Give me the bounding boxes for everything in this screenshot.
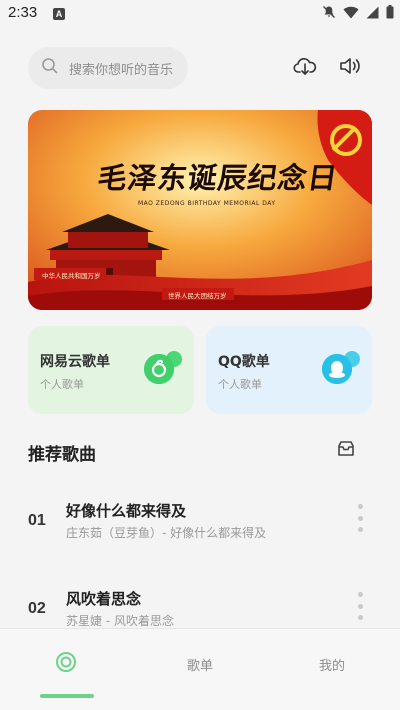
song-title: 风吹着思念 xyxy=(66,590,142,608)
download-button[interactable] xyxy=(292,55,318,81)
banner-carousel[interactable]: 毛泽东诞辰纪念日 MAO ZEDONG BIRTHDAY MEMORIAL DA… xyxy=(28,110,372,310)
status-bar: 2:33 A xyxy=(0,0,400,28)
inbox-button[interactable] xyxy=(334,439,358,463)
inbox-icon xyxy=(336,439,356,463)
wifi-icon xyxy=(343,6,359,19)
speaker-icon xyxy=(338,55,362,81)
status-icons xyxy=(322,5,394,19)
song-list-item[interactable]: 01 好像什么都来得及 庄东茹（豆芽鱼）- 好像什么都来得及 xyxy=(0,496,400,556)
banner-right-sign: 世界人民大团结万岁 xyxy=(168,292,227,300)
banner-image xyxy=(28,110,372,310)
qq-playlist-card[interactable]: QQ歌单 个人歌单 xyxy=(206,326,372,414)
banner-subtitle: MAO ZEDONG BIRTHDAY MEMORIAL DAY xyxy=(138,200,276,207)
nav-home-tab[interactable] xyxy=(30,629,102,699)
app-screen: 2:33 A 搜索你想听的音乐 毛泽东诞辰纪念日 MAO ZEDONG BIRT… xyxy=(0,0,400,710)
more-options-icon[interactable] xyxy=(352,504,368,532)
card-subtitle: 个人歌单 xyxy=(218,378,262,391)
search-placeholder: 搜索你想听的音乐 xyxy=(69,62,174,78)
section-title: 推荐歌曲 xyxy=(28,445,96,465)
signal-icon xyxy=(366,6,379,19)
active-tab-indicator xyxy=(40,694,94,698)
nav-playlist-label: 歌单 xyxy=(186,658,213,674)
card-subtitle: 个人歌单 xyxy=(40,378,84,391)
banner-left-sign: 中华人民共和国万岁 xyxy=(42,272,101,280)
banner-title: 毛泽东诞辰纪念日 xyxy=(95,161,341,195)
status-time: 2:33 xyxy=(8,4,38,21)
search-input[interactable]: 搜索你想听的音乐 xyxy=(28,47,188,89)
nav-playlist-tab[interactable]: 歌单 xyxy=(164,629,236,699)
song-title: 好像什么都来得及 xyxy=(66,502,187,520)
home-circle-icon xyxy=(55,651,77,677)
volume-button[interactable] xyxy=(337,55,363,81)
card-title: QQ歌单 xyxy=(218,354,270,370)
nav-mine-tab[interactable]: 我的 xyxy=(296,629,368,699)
bell-off-icon xyxy=(322,5,336,19)
qq-music-icon xyxy=(322,354,352,384)
battery-icon xyxy=(386,5,394,19)
song-subtitle: 庄东茹（豆芽鱼）- 好像什么都来得及 xyxy=(66,526,267,540)
card-title: 网易云歌单 xyxy=(40,354,110,370)
download-cloud-icon xyxy=(293,55,317,81)
netease-playlist-card[interactable]: 网易云歌单 个人歌单 xyxy=(28,326,194,414)
song-index: 01 xyxy=(28,512,46,529)
song-subtitle: 苏星婕 - 风吹着思念 xyxy=(66,614,174,628)
song-index: 02 xyxy=(28,600,46,617)
more-options-icon[interactable] xyxy=(352,592,368,620)
nav-mine-label: 我的 xyxy=(318,658,345,674)
search-icon xyxy=(41,57,59,79)
notification-a-icon: A xyxy=(53,8,65,20)
netease-music-icon xyxy=(144,354,174,384)
